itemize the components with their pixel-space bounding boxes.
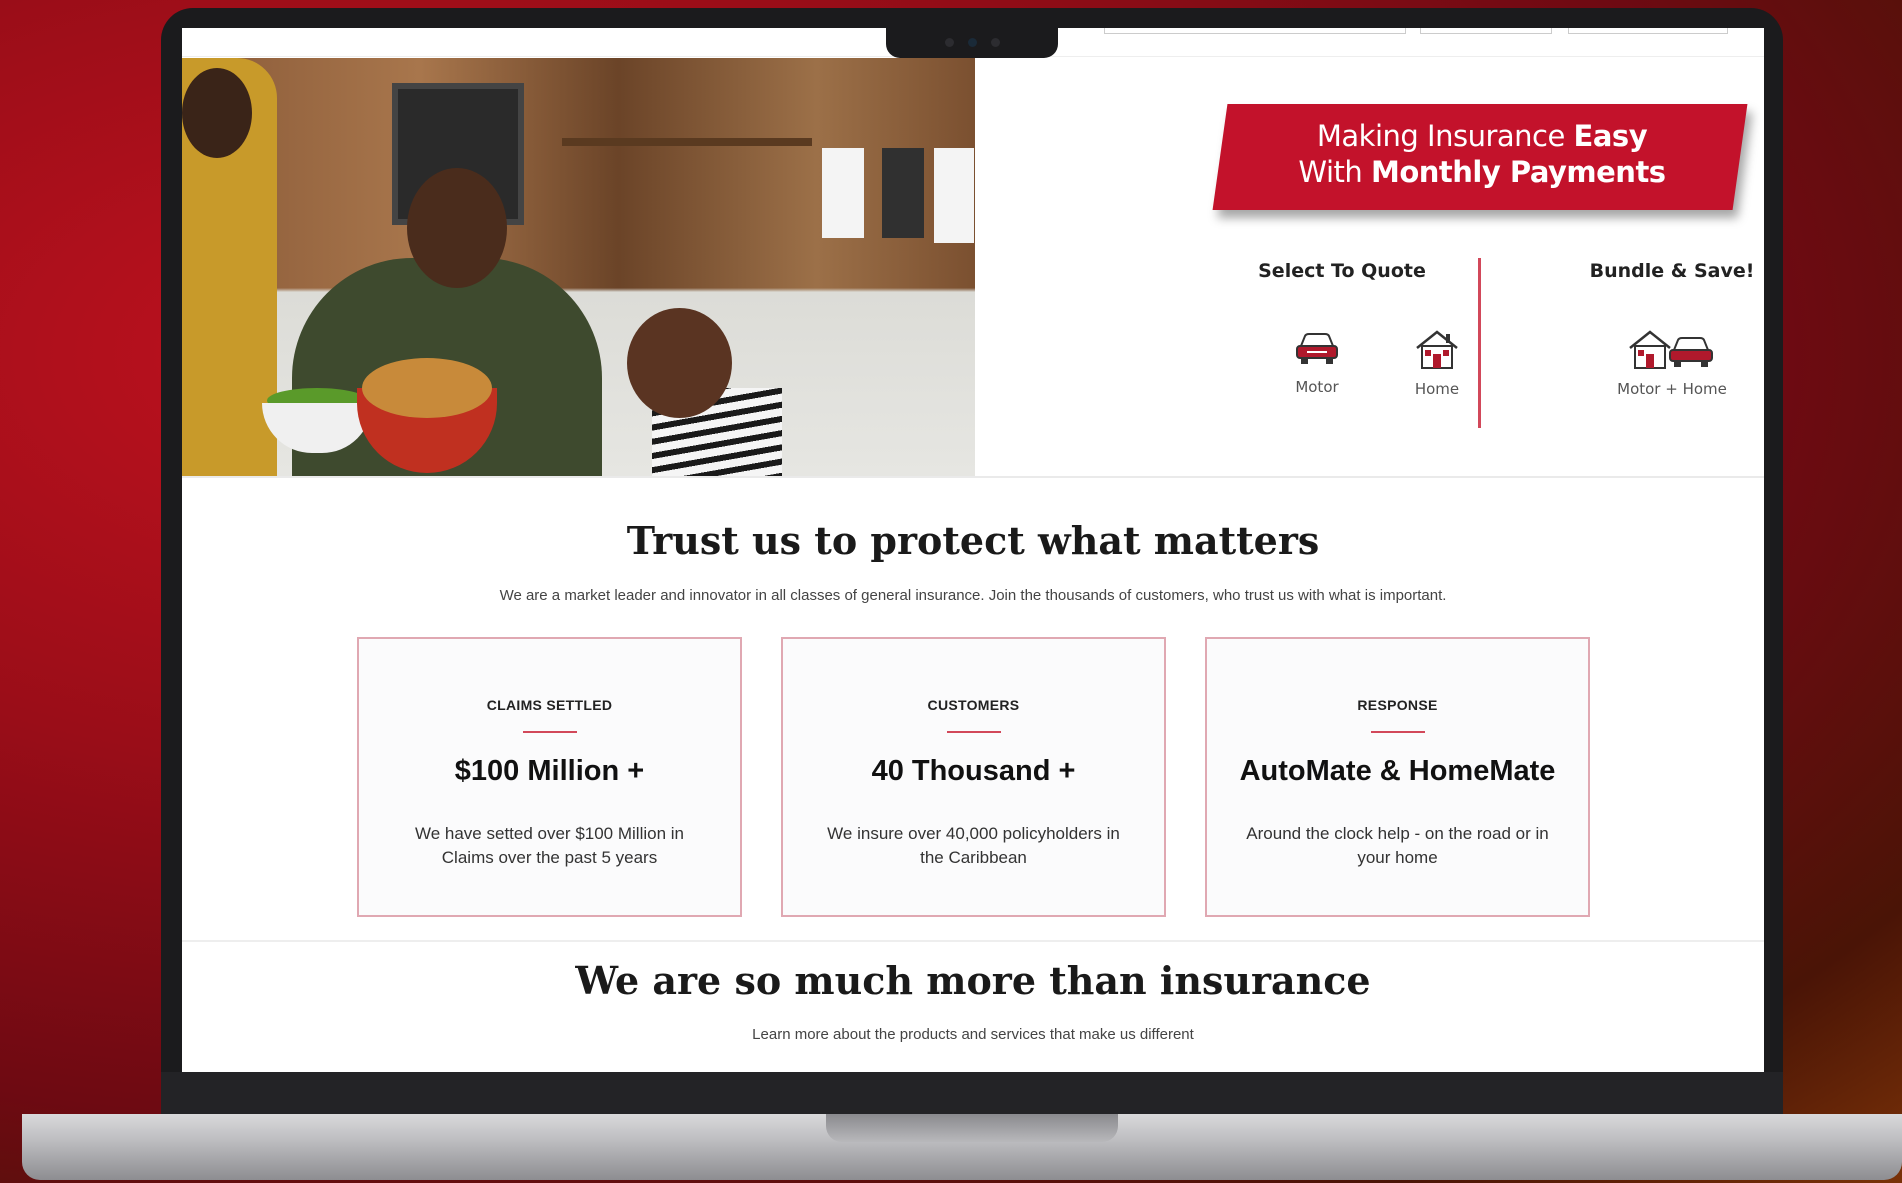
hero-family-photo — [182, 58, 975, 478]
photo-towel — [822, 148, 864, 238]
more-heading: We are so much more than insurance — [575, 958, 1371, 1003]
stat-kicker: RESPONSE — [1357, 697, 1438, 713]
nav-button[interactable] — [1420, 28, 1552, 34]
promo-line1: Making Insurance — [1316, 119, 1574, 153]
select-to-quote-title: Select To Quote — [1258, 260, 1426, 282]
quote-home-option[interactable]: Home — [1377, 328, 1497, 398]
stat-kicker: CUSTOMERS — [927, 697, 1020, 713]
photo-towel — [882, 148, 924, 238]
stat-card-claims: CLAIMS SETTLED $100 Million + We have se… — [357, 637, 742, 917]
sensor-icon — [944, 37, 954, 47]
promo-line2-emphasis: Monthly Payments — [1370, 155, 1666, 189]
car-icon — [1296, 333, 1338, 364]
promo-line2: With — [1298, 155, 1371, 189]
stat-value: AutoMate & HomeMate — [1239, 755, 1556, 787]
quote-home-label: Home — [1414, 380, 1460, 398]
stat-rule — [522, 731, 577, 733]
stat-rule — [946, 731, 1001, 733]
browser-viewport: Making Insurance Easy With Monthly Payme… — [182, 28, 1764, 1072]
laptop-thumb-notch — [826, 1114, 1118, 1142]
photo-child-head — [627, 308, 732, 418]
laptop-chin — [161, 1072, 1783, 1116]
photo-towel — [934, 148, 974, 243]
photo-shelf — [562, 138, 812, 146]
trust-heading: Trust us to protect what matters — [626, 518, 1320, 563]
bundle-motor-home-option[interactable]: Motor + Home — [1602, 328, 1742, 398]
quote-motor-label: Motor — [1295, 378, 1339, 396]
stat-description: We have setted over $100 Million in Clai… — [414, 824, 684, 867]
promo-text: Making Insurance Easy With Monthly Payme… — [1242, 118, 1722, 190]
photo-woman-head — [182, 68, 252, 158]
camera-notch — [886, 26, 1058, 58]
stat-card-response: RESPONSE AutoMate & HomeMate Around the … — [1205, 637, 1590, 917]
promo-line1-emphasis: Easy — [1573, 119, 1648, 153]
trust-subheading: We are a market leader and innovator in … — [499, 587, 1447, 604]
bundle-save-title: Bundle & Save! — [1589, 260, 1755, 282]
stat-rule — [1370, 731, 1425, 733]
house-icon — [1416, 330, 1458, 369]
sensor-icon — [990, 37, 1000, 47]
camera-icon — [967, 37, 977, 47]
stat-kicker: CLAIMS SETTLED — [486, 697, 613, 713]
stat-value: $100 Million + — [454, 755, 645, 787]
nav-search-box[interactable] — [1104, 28, 1406, 34]
stat-description: Around the clock help - on the road or i… — [1246, 824, 1549, 867]
photo-man-head — [407, 168, 507, 288]
nav-button[interactable] — [1568, 28, 1728, 34]
stat-description: We insure over 40,000 policyholders in t… — [827, 824, 1120, 867]
stat-card-customers: CUSTOMERS 40 Thousand + We insure over 4… — [781, 637, 1166, 917]
section-divider — [182, 476, 1764, 478]
section-divider — [182, 940, 1764, 942]
house-car-icon — [1629, 330, 1713, 369]
quote-motor-option[interactable]: Motor — [1257, 328, 1377, 396]
more-subheading: Learn more about the products and servic… — [752, 1026, 1194, 1043]
bundle-motor-home-label: Motor + Home — [1617, 380, 1727, 398]
stat-value: 40 Thousand + — [871, 755, 1076, 787]
photo-roast — [362, 358, 492, 418]
